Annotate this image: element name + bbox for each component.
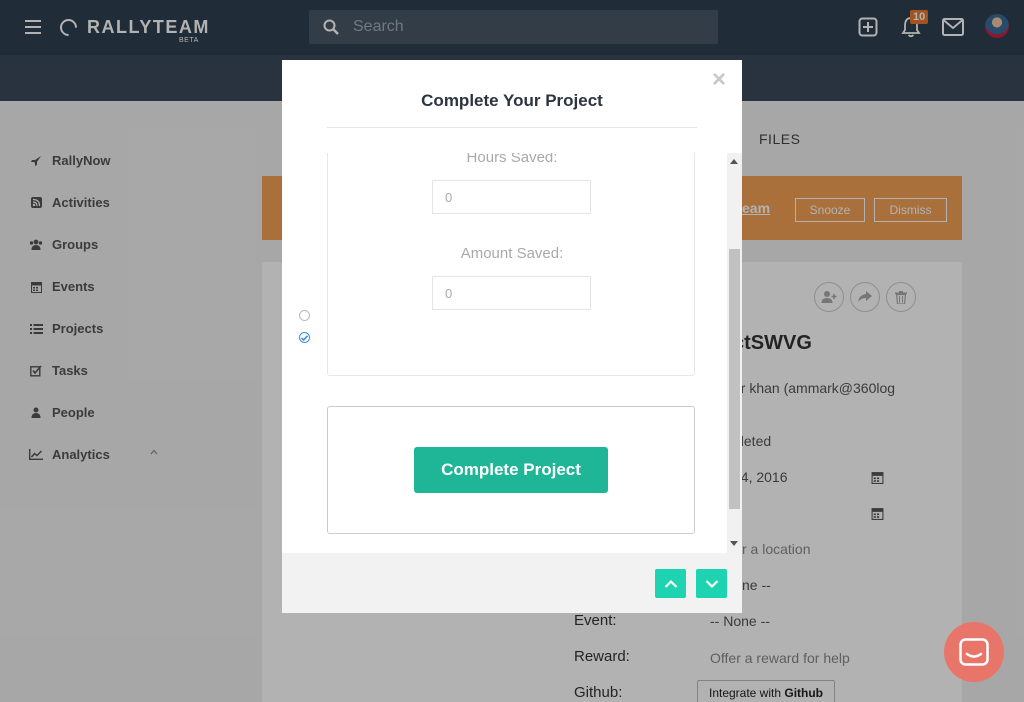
amount-saved-input[interactable]: 0 — [432, 276, 591, 310]
close-icon[interactable]: × — [709, 68, 729, 92]
scroll-down-arrow-icon[interactable] — [730, 541, 738, 546]
radio-option-checked[interactable] — [299, 332, 310, 343]
divider — [327, 127, 697, 128]
complete-project-button[interactable]: Complete Project — [414, 447, 608, 493]
complete-project-modal: × Complete Your Project Hours Saved: 0 A… — [282, 60, 742, 613]
amount-saved-label: Amount Saved: — [460, 245, 564, 262]
modal-footer — [282, 553, 742, 613]
modal-title: Complete Your Project — [421, 91, 603, 110]
radio-option-unchecked[interactable] — [299, 310, 310, 321]
complete-project-box: Complete Project — [327, 406, 695, 534]
modal-scroll-area[interactable]: Hours Saved: 0 Amount Saved: 0 Complete … — [282, 153, 742, 553]
hours-saved-input[interactable]: 0 — [432, 180, 591, 214]
scrollbar-thumb[interactable] — [729, 249, 740, 509]
hours-saved-label: Hours Saved: — [466, 153, 558, 166]
previous-button[interactable] — [655, 569, 686, 598]
chevron-down-icon — [705, 579, 718, 588]
chat-launcher-button[interactable] — [944, 622, 1004, 682]
chat-icon — [959, 638, 989, 666]
chevron-up-icon — [664, 579, 677, 588]
next-button[interactable] — [696, 569, 727, 598]
savings-panel: Hours Saved: 0 Amount Saved: 0 — [327, 153, 695, 376]
modal-scrollbar[interactable] — [727, 153, 742, 553]
scroll-up-arrow-icon[interactable] — [730, 159, 738, 164]
